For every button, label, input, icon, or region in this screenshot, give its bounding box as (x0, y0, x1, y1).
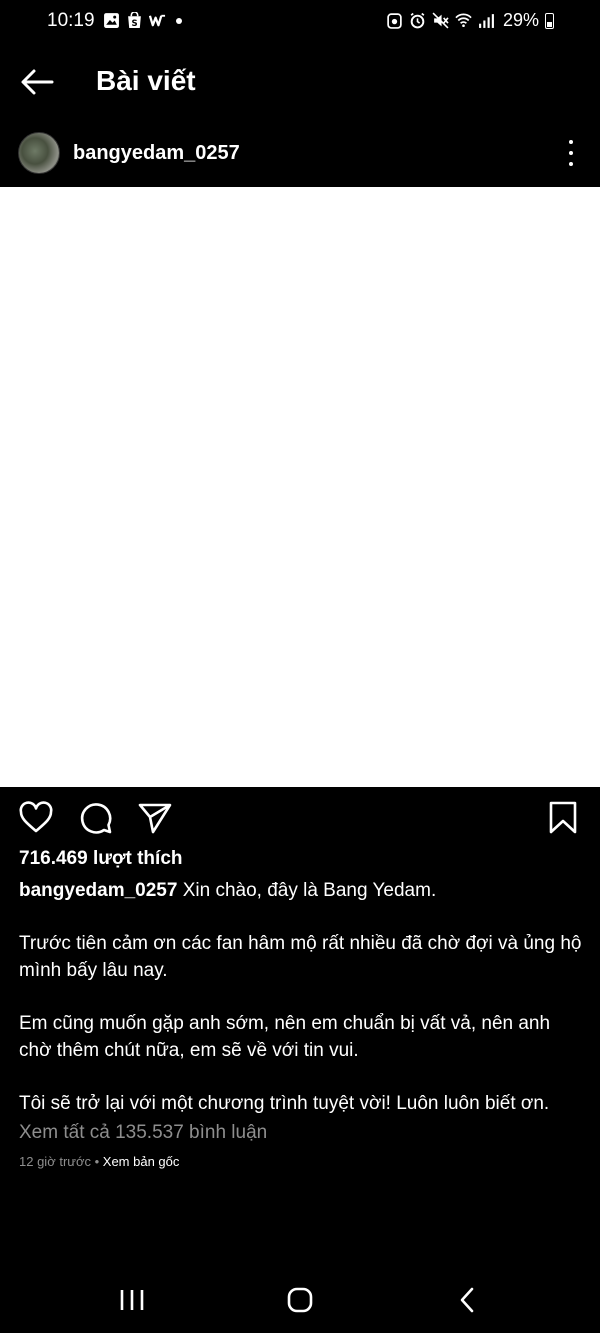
status-right-icons: 29% (386, 10, 554, 31)
status-time: 10:19 (47, 10, 95, 31)
caption-greeting: Xin chào, đây là Bang Yedam. (177, 880, 437, 901)
home-icon[interactable] (280, 1284, 320, 1316)
bixby-icon (387, 13, 402, 29)
see-original-link[interactable]: Xem bản gốc (103, 1154, 180, 1169)
status-bar: 10:19 S 29% (0, 0, 600, 44)
wifi-icon (455, 13, 472, 28)
page-title: Bài viết (96, 65, 196, 96)
bookmark-icon[interactable] (545, 800, 581, 836)
dot-icon (176, 17, 182, 24)
status-left-icons: S (103, 12, 182, 29)
back-arrow-icon[interactable] (18, 66, 56, 98)
view-all-comments-link[interactable]: Xem tất cả 135.537 bình luận (19, 1122, 267, 1144)
more-options-icon[interactable] (560, 140, 582, 166)
mute-icon (432, 12, 449, 29)
likes-count[interactable]: 716.469 lượt thích (19, 848, 183, 870)
post-time-ago: 12 giờ trước (19, 1154, 91, 1169)
alarm-icon (410, 12, 425, 29)
meta-separator: • (91, 1154, 103, 1169)
top-bar: Bài viết (0, 52, 600, 112)
svg-text:S: S (131, 19, 137, 29)
back-nav-icon[interactable] (448, 1284, 488, 1316)
comment-icon[interactable] (78, 800, 114, 836)
battery-icon (545, 12, 554, 29)
caption-paragraph: Trước tiên cảm ơn các fan hâm mộ rất nhi… (19, 933, 582, 981)
post-username[interactable]: bangyedam_0257 (73, 142, 240, 165)
caption-paragraph: Em cũng muốn gặp anh sớm, nên em chuẩn b… (19, 1013, 551, 1061)
like-heart-icon[interactable] (18, 800, 54, 836)
shop-icon: S (128, 12, 141, 29)
share-send-icon[interactable] (137, 800, 173, 836)
caption: bangyedam_0257 Xin chào, đây là Bang Yed… (19, 877, 587, 1117)
recent-apps-icon[interactable] (112, 1284, 152, 1316)
battery-percent: 29% (502, 10, 539, 30)
caption-paragraph: Tôi sẽ trở lại với một chương trình tuyệ… (19, 1093, 550, 1114)
image-icon (104, 13, 119, 28)
post-meta: 12 giờ trước • Xem bản gốc (19, 1154, 179, 1169)
post-image[interactable] (0, 187, 600, 787)
signal-icon (479, 14, 494, 28)
caption-username[interactable]: bangyedam_0257 (19, 880, 177, 901)
system-nav-bar (0, 1270, 600, 1330)
avatar[interactable] (18, 132, 60, 174)
post-header: bangyedam_0257 (0, 128, 600, 182)
post-actions (0, 800, 600, 836)
w-app-icon (149, 14, 166, 27)
